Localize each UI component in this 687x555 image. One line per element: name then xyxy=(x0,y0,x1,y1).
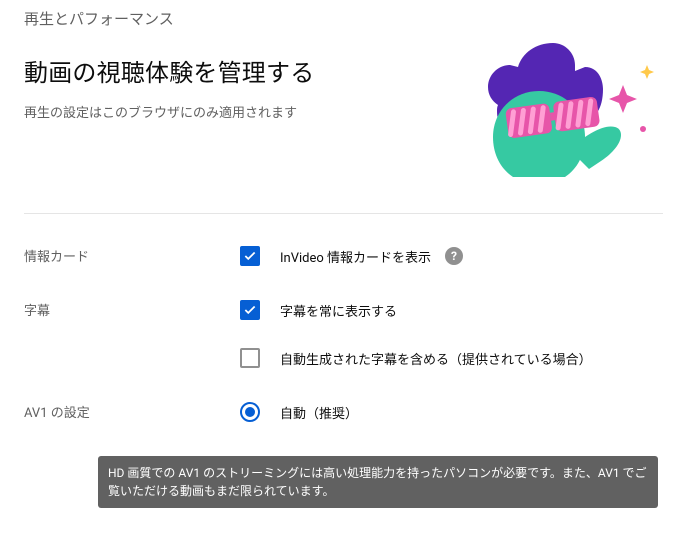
page-title: 動画の視聴体験を管理する xyxy=(24,53,473,88)
label-caption-auto: 自動生成された字幕を含める（提供されている場合） xyxy=(280,349,592,368)
setting-label-captions: 字幕 xyxy=(24,298,240,319)
checkbox-show-info-cards[interactable] xyxy=(240,246,260,266)
label-show-info-cards: InVideo 情報カードを表示 xyxy=(280,247,431,266)
page-subtitle: 再生の設定はこのブラウザにのみ適用されます xyxy=(24,102,473,121)
setting-label-info-cards: 情報カード xyxy=(24,244,240,265)
illustration-person-sunglasses xyxy=(473,35,663,185)
checkbox-caption-auto[interactable] xyxy=(240,348,260,368)
radio-av1-auto[interactable] xyxy=(240,402,260,422)
setting-captions: 字幕 字幕を常に表示する 自動生成された字幕を含める（提供されている場合） xyxy=(24,268,663,370)
label-av1-auto: 自動（推奨） xyxy=(280,403,358,422)
checkbox-caption-always[interactable] xyxy=(240,300,260,320)
tooltip-av1-hd: HD 画質での AV1 のストリーミングには高い処理能力を持ったパソコンが必要で… xyxy=(98,456,658,508)
section-label: 再生とパフォーマンス xyxy=(24,0,663,29)
label-caption-always: 字幕を常に表示する xyxy=(280,301,397,320)
setting-info-cards: 情報カード InVideo 情報カードを表示 ? xyxy=(24,214,663,268)
help-icon[interactable]: ? xyxy=(445,247,463,265)
setting-label-av1: AV1 の設定 xyxy=(24,400,240,421)
header: 動画の視聴体験を管理する 再生の設定はこのブラウザにのみ適用されます xyxy=(24,29,663,185)
